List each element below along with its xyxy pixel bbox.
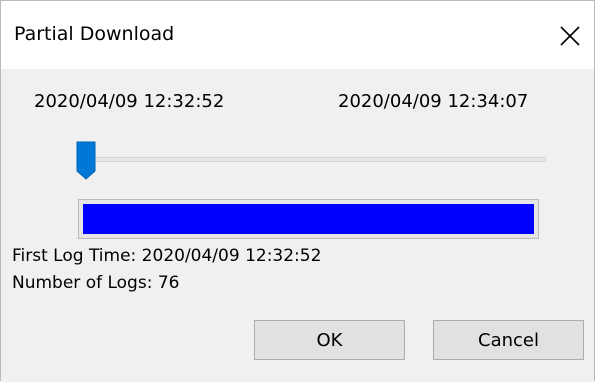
slider-thumb-icon (76, 141, 96, 180)
download-progress-bar (78, 199, 539, 239)
title-bar: Partial Download (1, 1, 594, 69)
range-end-time: 2020/04/09 12:34:07 (338, 91, 529, 112)
close-icon (560, 26, 580, 46)
range-start-time: 2020/04/09 12:32:52 (34, 91, 225, 112)
dialog-body: 2020/04/09 12:32:52 2020/04/09 12:34:07 … (1, 69, 594, 382)
progress-fill (83, 204, 534, 234)
slider-thumb[interactable] (74, 139, 100, 181)
number-of-logs: Number of Logs: 76 (12, 273, 180, 293)
ok-button[interactable]: OK (254, 320, 405, 360)
slider-track[interactable] (81, 157, 546, 162)
cancel-button[interactable]: Cancel (433, 320, 584, 360)
close-button[interactable] (548, 1, 594, 69)
window-title: Partial Download (14, 23, 175, 45)
time-slider[interactable] (74, 139, 546, 181)
first-log-time: First Log Time: 2020/04/09 12:32:52 (12, 246, 322, 266)
partial-download-dialog: Partial Download 2020/04/09 12:32:52 202… (0, 0, 595, 382)
